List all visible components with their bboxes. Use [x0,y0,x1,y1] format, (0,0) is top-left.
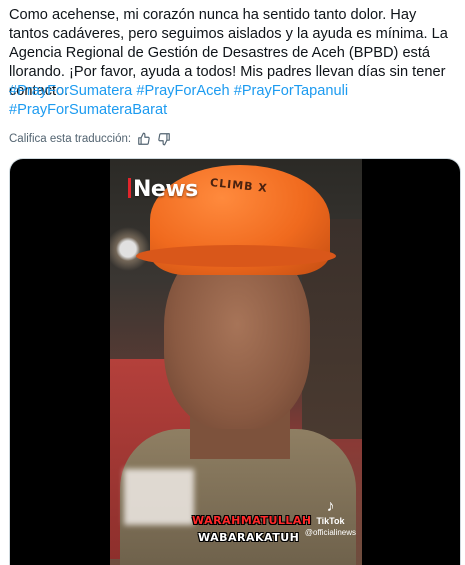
video-player[interactable]: CLIMB X News WARAHMATULLAH WABARAKATUH ♪… [9,158,461,565]
blurred-area [124,469,194,525]
hashtag-link[interactable]: #PrayForSumateraBarat [9,102,167,118]
thumbs-down-icon[interactable] [157,132,171,146]
thumbs-up-icon[interactable] [137,132,151,146]
translation-rating: Califica esta traducción: [9,131,171,147]
translation-rating-label: Califica esta traducción: [9,133,132,145]
hashtag-link[interactable]: #PrayForAceh [136,83,229,99]
tiktok-icon: ♪ [326,498,335,515]
video-caption-line1: WARAHMATULLAH [192,514,312,527]
helmet-brim [136,245,336,267]
hashtag-list: #PrayForSumatera #PrayForAceh #PrayForTa… [9,82,459,120]
tiktok-watermark: ♪ TikTok @officialinews [304,498,356,538]
news-logo: News [128,177,198,202]
tiktok-handle: @officialinews [304,528,356,537]
video-caption-line2: WABARAKATUH [198,531,300,544]
hashtag-link[interactable]: #PrayForSumatera [9,83,132,99]
tiktok-label: TikTok [316,516,345,526]
video-frame[interactable]: CLIMB X News WARAHMATULLAH WABARAKATUH ♪… [110,159,362,565]
hashtag-link[interactable]: #PrayForTapanuli [234,83,348,99]
